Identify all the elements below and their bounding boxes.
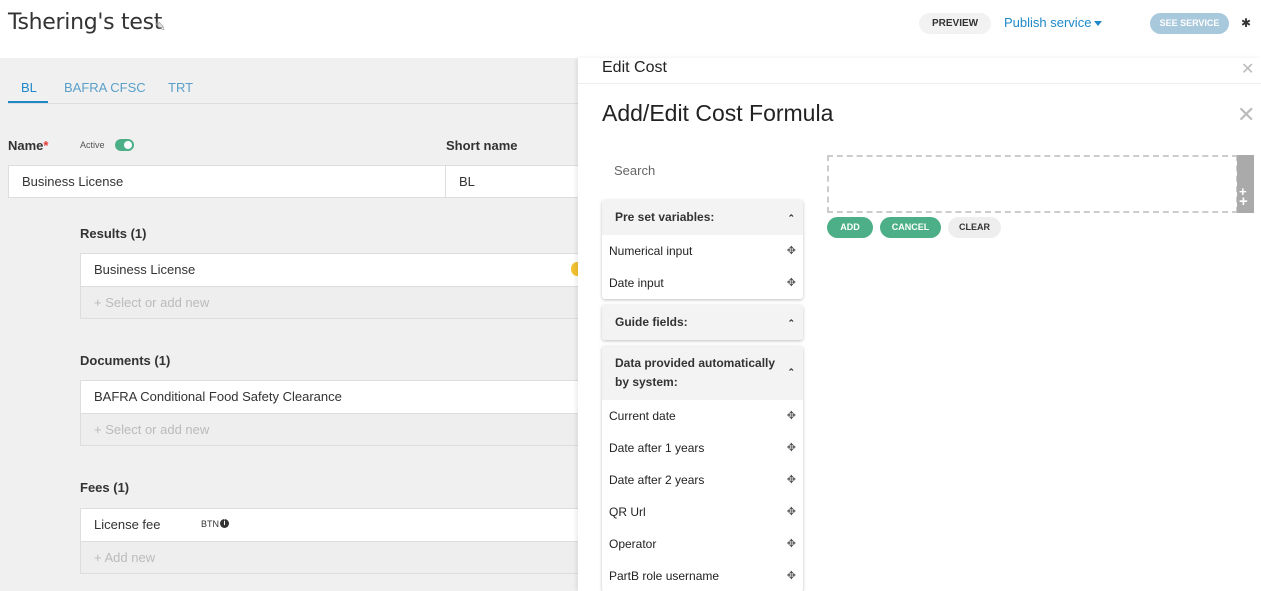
- chevron-up-icon: ⌃: [787, 318, 795, 328]
- see-service-button[interactable]: SEE SERVICE: [1150, 13, 1229, 34]
- cancel-button[interactable]: CANCEL: [880, 217, 941, 238]
- move-icon[interactable]: ✥: [787, 528, 796, 560]
- result-name: Business License: [94, 262, 196, 277]
- preset-variables-header[interactable]: Pre set variables: ⌃: [602, 200, 803, 235]
- caret-down-icon: [1094, 21, 1103, 27]
- edit-cost-panel: Edit Cost ✕ Add/Edit Cost Formula ✕ Pre …: [578, 58, 1261, 591]
- publish-service-label: Publish service: [1004, 15, 1092, 30]
- guide-fields-card: Guide fields: ⌃: [602, 305, 803, 340]
- variable-label: Date input: [609, 276, 664, 290]
- name-input[interactable]: Business License: [8, 165, 446, 198]
- documents-label: Documents (1): [80, 353, 171, 368]
- preset-variables-card: Pre set variables: ⌃ Numerical input ✥ Da…: [602, 200, 803, 299]
- active-toggle[interactable]: [115, 139, 134, 151]
- tab-bafra-cfsc[interactable]: BAFRA CFSC: [64, 80, 146, 95]
- move-icon[interactable]: ✥: [787, 464, 796, 496]
- fee-currency-text: BTN: [201, 519, 219, 529]
- fee-row[interactable]: License fee BTN i: [81, 509, 578, 541]
- edit-title-pencil-icon[interactable]: ✎: [155, 19, 166, 35]
- edit-cost-bar: Edit Cost ✕: [578, 58, 1261, 84]
- close-edit-cost-icon[interactable]: ✕: [1241, 59, 1254, 79]
- results-label: Results (1): [80, 226, 147, 241]
- coin-icon[interactable]: [571, 262, 578, 276]
- variable-label: Current date: [609, 409, 676, 423]
- documents-box: BAFRA Conditional Food Safety Clearance …: [80, 380, 578, 446]
- variable-label: PartB role username: [609, 569, 720, 583]
- documents-add-new[interactable]: + Select or add new: [81, 413, 578, 445]
- formula-title: Add/Edit Cost Formula: [602, 100, 834, 126]
- variable-label: Numerical input: [609, 244, 693, 258]
- name-label-text: Name: [8, 138, 44, 153]
- fees-add-new[interactable]: + Add new: [81, 541, 578, 573]
- system-data-title: Data provided automatically by system:: [615, 356, 776, 389]
- close-formula-icon[interactable]: ✕: [1237, 102, 1255, 128]
- short-name-input[interactable]: BL: [445, 165, 578, 198]
- result-row[interactable]: Business License: [81, 254, 578, 286]
- results-box: Business License + Select or add new: [80, 253, 578, 319]
- tab-trt[interactable]: TRT: [168, 80, 193, 95]
- document-row[interactable]: BAFRA Conditional Food Safety Clearance: [81, 381, 578, 413]
- variable-item[interactable]: Date input ✥: [602, 267, 803, 299]
- variable-item[interactable]: Date after 2 years ✥: [602, 464, 803, 496]
- tabs-divider: [8, 103, 578, 104]
- variable-label: QR Url: [609, 505, 646, 519]
- fee-currency: BTN i: [201, 519, 229, 529]
- move-icon[interactable]: ✥: [787, 496, 796, 528]
- move-icon[interactable]: ✥: [787, 267, 796, 299]
- active-label: Active: [80, 140, 105, 150]
- required-marker: *: [43, 138, 49, 153]
- system-data-card: Data provided automatically by system: ⌃…: [602, 346, 803, 591]
- fees-label: Fees (1): [80, 480, 130, 495]
- tab-bl[interactable]: BL: [21, 80, 37, 95]
- gear-icon[interactable]: ✱: [1241, 16, 1251, 30]
- service-editor: BL BAFRA CFSC TRT Name* Active Short nam…: [0, 58, 578, 591]
- short-name-label: Short name: [446, 138, 518, 153]
- variable-label: Operator: [609, 537, 657, 551]
- variable-item[interactable]: Numerical input ✥: [602, 235, 803, 267]
- chevron-up-icon: ⌃: [787, 213, 795, 223]
- edit-cost-title: Edit Cost: [602, 59, 667, 76]
- variable-label: Date after 1 years: [609, 441, 705, 455]
- variable-item[interactable]: Date after 1 years ✥: [602, 432, 803, 464]
- formula-drop-zone[interactable]: [827, 155, 1238, 213]
- variable-item[interactable]: Current date ✥: [602, 400, 803, 432]
- plus-icon[interactable]: +: [1239, 193, 1248, 210]
- add-button[interactable]: ADD: [827, 217, 873, 238]
- move-icon[interactable]: ✥: [787, 400, 796, 432]
- variable-item[interactable]: PartB role username ✥: [602, 560, 803, 591]
- name-label: Name*: [8, 138, 48, 153]
- info-icon[interactable]: i: [220, 519, 229, 528]
- variable-label: Date after 2 years: [609, 473, 705, 487]
- guide-fields-title: Guide fields:: [615, 315, 688, 329]
- top-header: Tshering's test ✎ PREVIEW Publish servic…: [0, 0, 1261, 58]
- variable-search-input[interactable]: [602, 154, 802, 186]
- clear-button[interactable]: CLEAR: [948, 217, 1001, 238]
- system-data-header[interactable]: Data provided automatically by system: ⌃: [602, 346, 803, 400]
- preset-variables-title: Pre set variables:: [615, 210, 715, 224]
- service-title: Tshering's test: [8, 10, 163, 35]
- chevron-up-icon: ⌃: [787, 367, 795, 377]
- publish-service-dropdown[interactable]: Publish service: [1004, 15, 1103, 30]
- move-icon[interactable]: ✥: [787, 235, 796, 267]
- fee-name: License fee: [94, 517, 161, 532]
- move-icon[interactable]: ✥: [787, 432, 796, 464]
- variable-item[interactable]: Operator ✥: [602, 528, 803, 560]
- variable-item[interactable]: QR Url ✥: [602, 496, 803, 528]
- preview-button[interactable]: PREVIEW: [919, 13, 992, 34]
- guide-fields-header[interactable]: Guide fields: ⌃: [602, 305, 803, 340]
- results-add-new[interactable]: + Select or add new: [81, 286, 578, 318]
- fees-box: License fee BTN i + Add new: [80, 508, 578, 574]
- move-icon[interactable]: ✥: [787, 560, 796, 591]
